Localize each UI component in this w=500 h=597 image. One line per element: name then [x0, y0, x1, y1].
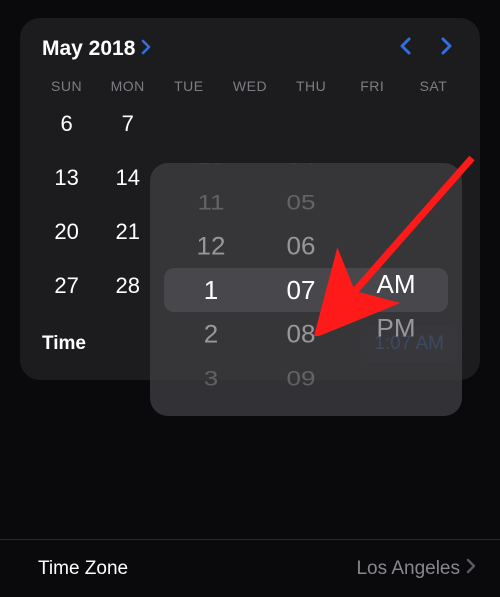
wheel-option: [346, 390, 446, 410]
timezone-row[interactable]: Time Zone Los Angeles: [0, 539, 500, 597]
weekday-header: SUN MON TUE WED THU FRI SAT: [36, 72, 464, 108]
day-cell[interactable]: [158, 108, 219, 140]
weekday-thu: THU: [281, 78, 342, 94]
chevron-right-icon: [466, 558, 476, 580]
prev-month-button[interactable]: [398, 36, 412, 62]
wheel-option: [346, 230, 446, 261]
wheel-option: 09: [256, 359, 346, 395]
weekday-fri: FRI: [342, 78, 403, 94]
timezone-text: Los Angeles: [356, 558, 460, 580]
wheel-option: 3: [166, 359, 256, 395]
day-cell[interactable]: [219, 108, 280, 140]
weekday-wed: WED: [219, 78, 280, 94]
next-month-button[interactable]: [440, 36, 454, 62]
wheel-option: 08: [256, 313, 346, 355]
month-selector[interactable]: May 2018: [42, 37, 152, 61]
wheel-selected-hour: 1: [166, 268, 256, 312]
time-label: Time: [42, 333, 86, 355]
day-cell[interactable]: 27: [36, 270, 97, 302]
day-cell[interactable]: [342, 108, 403, 140]
day-cell[interactable]: [281, 108, 342, 140]
hour-wheel[interactable]: 10 11 12 1 2 3 4: [166, 163, 256, 416]
weekday-sat: SAT: [403, 78, 464, 94]
wheel-option: 10: [256, 408, 346, 416]
wheel-option: 12: [166, 225, 256, 267]
day-cell[interactable]: 6: [36, 108, 97, 140]
wheel-option: [346, 353, 446, 380]
minute-wheel[interactable]: 04 05 06 07 08 09 10: [256, 163, 346, 416]
day-cell[interactable]: [403, 108, 464, 140]
wheel-option: 2: [166, 313, 256, 355]
wheel-option: 4: [166, 408, 256, 416]
wheel-option: PM: [346, 307, 446, 349]
month-nav: [398, 36, 454, 62]
wheel-option: 11: [166, 183, 256, 219]
period-wheel[interactable]: AM PM: [346, 163, 446, 416]
day-cell[interactable]: 13: [36, 162, 97, 194]
day-cell[interactable]: 7: [97, 108, 158, 140]
weekday-sun: SUN: [36, 78, 97, 94]
wheel-option: [346, 170, 446, 190]
wheel-option: [346, 199, 446, 226]
wheel-option: 10: [166, 163, 256, 171]
wheel-option: 06: [256, 225, 346, 267]
wheel-selected-minute: 07: [256, 268, 346, 312]
timezone-label: Time Zone: [38, 558, 128, 580]
wheel-option: 05: [256, 183, 346, 219]
weekday-tue: TUE: [158, 78, 219, 94]
day-cell[interactable]: 20: [36, 216, 97, 248]
calendar-header: May 2018: [36, 36, 464, 72]
month-label: May 2018: [42, 37, 135, 61]
weekday-mon: MON: [97, 78, 158, 94]
time-picker-popover: 10 11 12 1 2 3 4 04 05 06 07 08 09 10 AM…: [150, 163, 462, 416]
chevron-right-icon: [141, 37, 152, 61]
wheel-option: 04: [256, 163, 346, 171]
timezone-value: Los Angeles: [356, 558, 476, 580]
wheel-selected-period: AM: [346, 262, 446, 306]
